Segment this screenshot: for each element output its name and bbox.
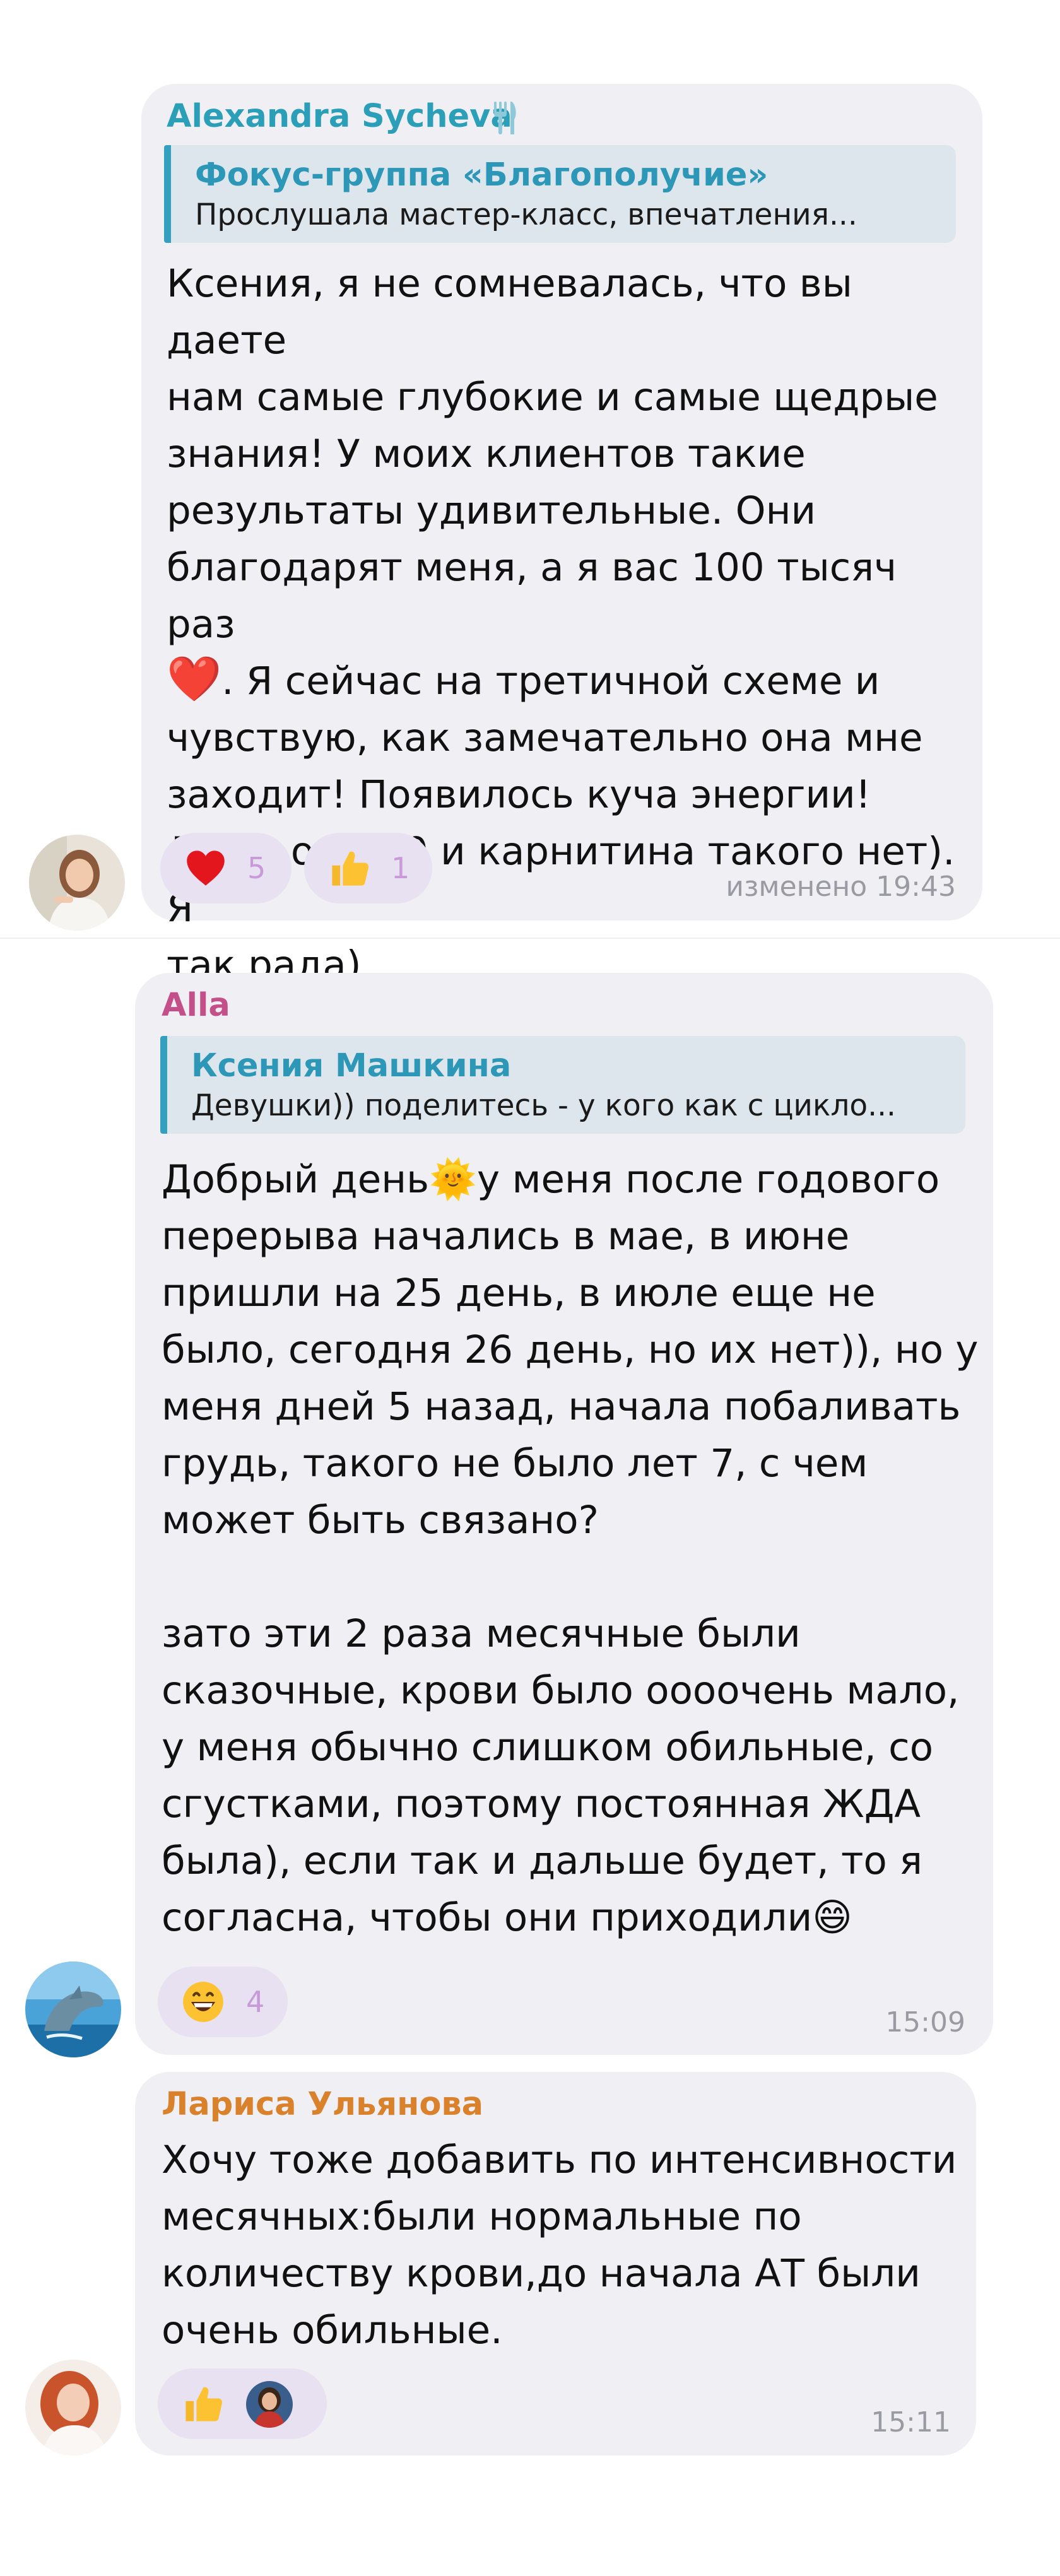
- thumbs-up-icon: [332, 851, 369, 886]
- thumbs-up-icon: [186, 2387, 223, 2421]
- reaction-thumbs-up[interactable]: 1: [304, 833, 432, 903]
- sender-name[interactable]: Лариса Ульянова: [162, 2086, 483, 2124]
- message-text: Хочу тоже добавить по интенсивности меся…: [162, 2138, 957, 2353]
- reaction-count: 5: [247, 851, 266, 885]
- message-text: Добрый день🌞у меня после годового переры…: [162, 1151, 982, 1946]
- reply-author: Ксения Машкина: [191, 1047, 512, 1085]
- sender-name[interactable]: Alexandra Sycheva: [167, 98, 512, 136]
- message-time: изменено 19:43: [726, 871, 956, 903]
- message-bubble[interactable]: Alexandra Sycheva Фокус-группа «Благопол…: [141, 84, 982, 987]
- reaction-thumbs-up[interactable]: [158, 2368, 327, 2439]
- message-bubble[interactable]: Лариса Ульянова Хочу тоже добавить по ин…: [135, 2072, 976, 2455]
- message-bubble[interactable]: Alla Ксения Машкина Девушки)) поделитесь…: [135, 973, 993, 2055]
- heart-emoji: ❤️: [167, 653, 222, 705]
- avatar[interactable]: [29, 835, 125, 931]
- heart-icon: [187, 850, 225, 886]
- grinning-emoji: 😄: [812, 1895, 852, 1940]
- message-time: 15:09: [885, 2006, 965, 2038]
- message-text-part: Добрый день: [162, 1157, 430, 1202]
- message-text-part: у меня после годового перерыва начались …: [162, 1157, 979, 1940]
- sender-name[interactable]: Alla: [162, 987, 230, 1025]
- reaction-heart[interactable]: 5: [160, 833, 292, 903]
- reply-text: Девушки)) поделитесь - у кого как с цикл…: [191, 1088, 896, 1123]
- reply-text: Прослушала мастер-класс, впечатления...: [195, 197, 857, 232]
- reply-author: Фокус-группа «Благополучие»: [195, 156, 768, 194]
- divider: [0, 938, 1060, 939]
- grinning-face-icon: [183, 1982, 223, 2022]
- message-text-part: Ксения, я не сомневалась, что вы даете н…: [167, 261, 938, 647]
- reactor-avatar: [246, 2381, 293, 2428]
- reaction-count: 1: [391, 851, 410, 885]
- reaction-count: 4: [246, 1985, 265, 2019]
- avatar[interactable]: [25, 2360, 121, 2455]
- message-time: 15:11: [871, 2406, 951, 2438]
- sun-emoji: 🌞: [429, 1157, 478, 1202]
- reaction-grinning[interactable]: 4: [158, 1967, 288, 2037]
- fork-knife-icon: [494, 102, 516, 134]
- reply-quote[interactable]: Фокус-группа «Благополучие» Прослушала м…: [164, 145, 956, 243]
- avatar[interactable]: [25, 1961, 121, 2057]
- reply-quote[interactable]: Ксения Машкина Девушки)) поделитесь - у …: [160, 1036, 965, 1134]
